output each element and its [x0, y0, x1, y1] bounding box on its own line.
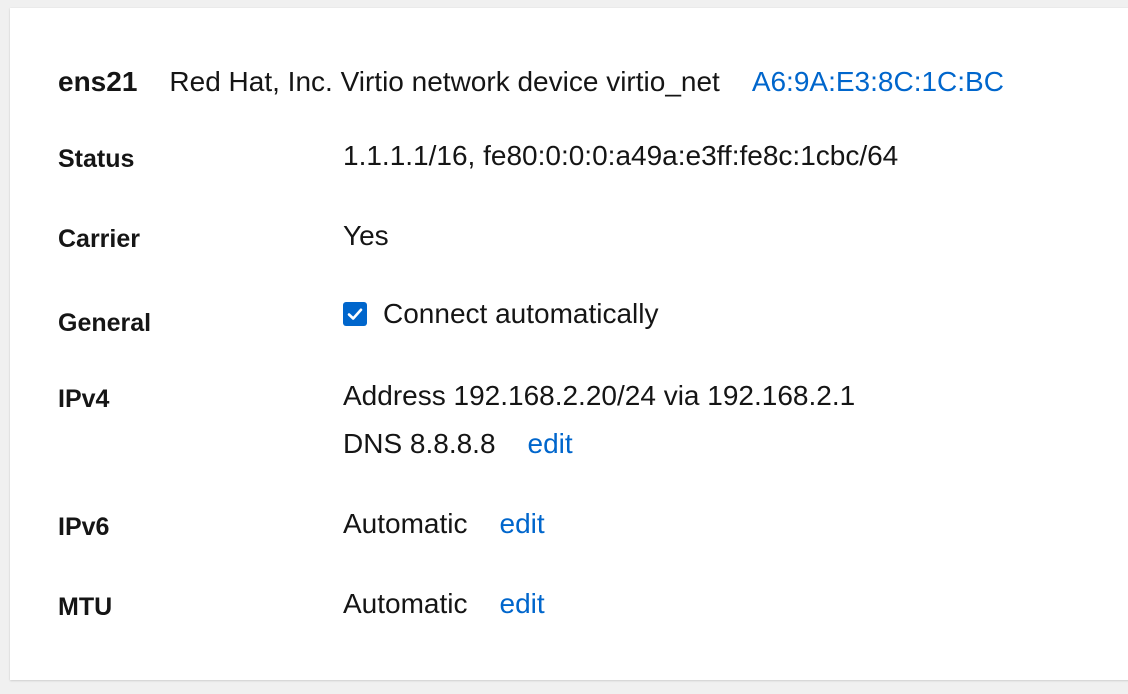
status-value: 1.1.1.1/16, fe80:0:0:0:a49a:e3ff:fe8c:1c…	[343, 140, 899, 171]
ipv6-label: IPv6	[58, 513, 110, 541]
ipv4-address: Address 192.168.2.20/24 via 192.168.2.1	[343, 380, 856, 411]
mtu-label: MTU	[58, 593, 113, 621]
general-label: General	[58, 309, 152, 337]
ipv4-edit-link[interactable]: edit	[528, 428, 573, 459]
carrier-value: Yes	[343, 220, 389, 251]
carrier-label: Carrier	[58, 225, 140, 253]
ipv4-dns: DNS 8.8.8.8	[343, 427, 496, 459]
interface-details-card: ens21 Red Hat, Inc. Virtio network devic…	[10, 8, 1128, 680]
ipv4-dns-line: DNS 8.8.8.8 edit	[343, 420, 855, 468]
ipv6-value: Automatic	[343, 508, 468, 539]
mtu-value-line: Automatic edit	[343, 580, 545, 628]
mtu-value: Automatic	[343, 588, 468, 619]
ipv4-label: IPv4	[58, 385, 110, 413]
ipv6-value-line: Automatic edit	[343, 500, 545, 548]
ipv6-edit-link[interactable]: edit	[500, 508, 545, 539]
checkmark-icon	[347, 308, 363, 320]
connect-automatically-control: Connect automatically	[343, 290, 658, 338]
connect-automatically-label: Connect automatically	[383, 298, 659, 329]
interface-name: ens21	[58, 66, 138, 97]
interface-header: ens21 Red Hat, Inc. Virtio network devic…	[58, 62, 1004, 102]
ipv4-value: Address 192.168.2.20/24 via 192.168.2.1 …	[343, 372, 855, 467]
status-label: Status	[58, 145, 135, 173]
mac-address-link[interactable]: A6:9A:E3:8C:1C:BC	[752, 66, 1004, 98]
mtu-edit-link[interactable]: edit	[500, 588, 545, 619]
connect-automatically-checkbox[interactable]	[343, 302, 367, 326]
interface-description: Red Hat, Inc. Virtio network device virt…	[169, 66, 720, 97]
